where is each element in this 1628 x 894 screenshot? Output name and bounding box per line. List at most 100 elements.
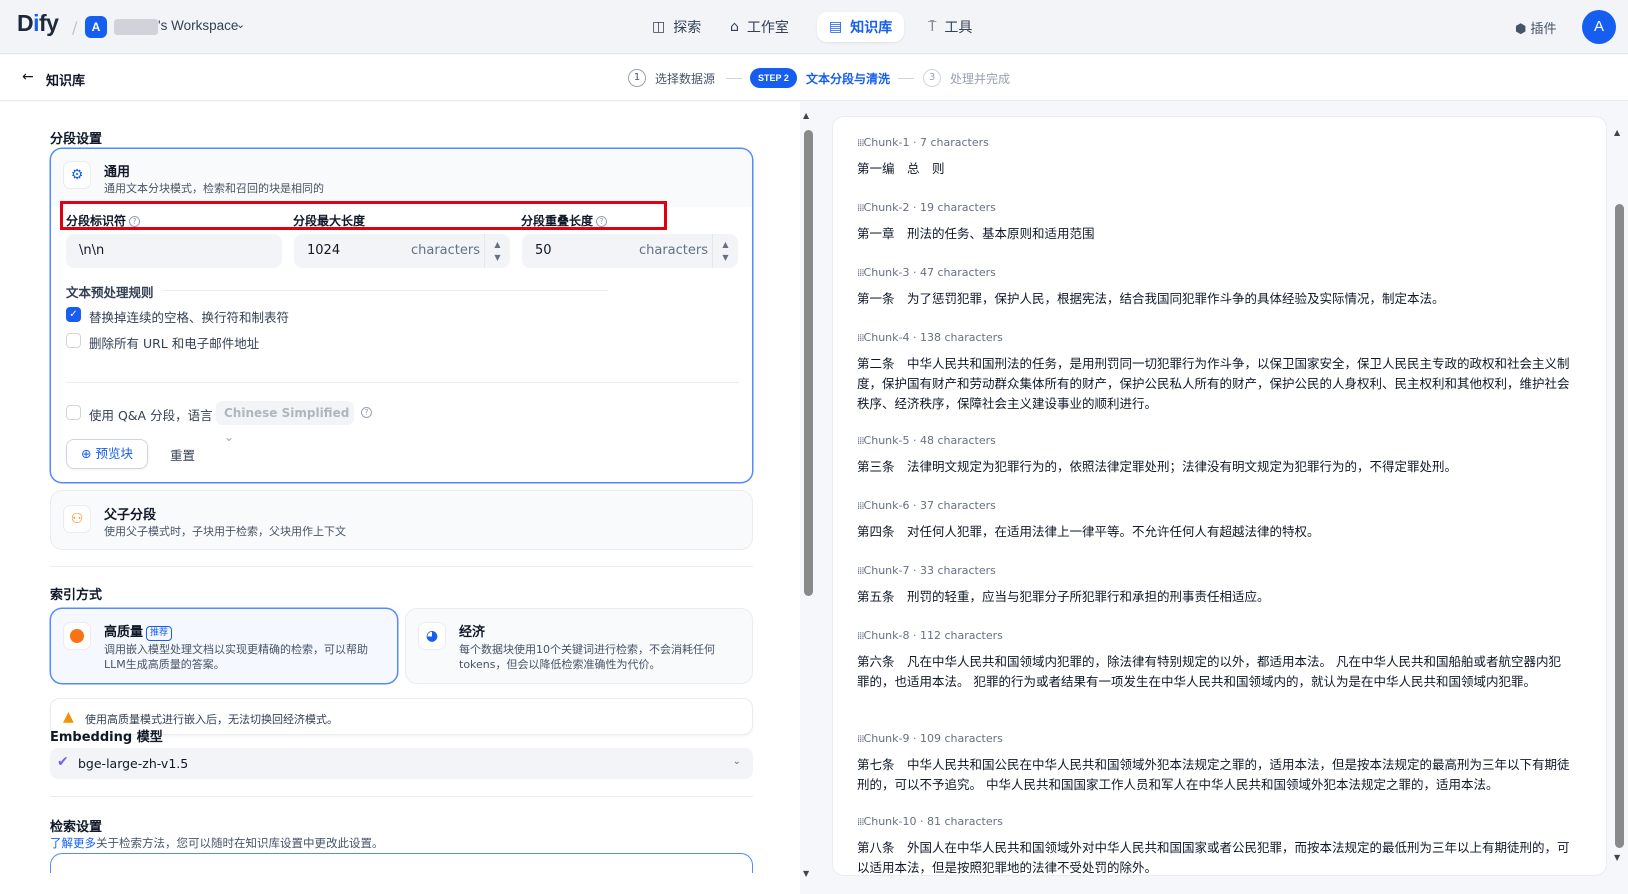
rules-divider <box>163 290 608 291</box>
high-quality-icon <box>63 622 91 650</box>
piggy-bank-icon: ◕ <box>418 622 446 650</box>
nav-explore[interactable]: ◫ 探索 <box>640 12 713 42</box>
replace-whitespace-checkbox[interactable]: ✓ <box>66 307 81 322</box>
chunk-meta: ⁞⁞⁞Chunk-2 · 19 characters <box>857 201 996 214</box>
economy-desc-1: 每个数据块使用10个关键词进行检索，不会消耗任何 <box>459 643 715 656</box>
retrieval-card[interactable] <box>50 853 753 873</box>
embedding-model-select[interactable]: ✔ bge-large-zh-v1.5 ⌄ <box>50 748 753 779</box>
chunk-meta: ⁞⁞⁞Chunk-4 · 138 characters <box>857 331 1003 344</box>
chunk-preview-panel: ⁞⁞⁞Chunk-1 · 7 characters 第一编 总 则 ⁞⁞⁞Chu… <box>832 116 1607 876</box>
create-dataset-header: ← 知识库 1 选择数据源 STEP 2 文本分段与清洗 3 处理并完成 <box>0 55 1628 101</box>
general-desc: 通用文本分块模式，检索和召回的块是相同的 <box>104 182 324 195</box>
nav-studio[interactable]: ⌂ 工作室 <box>718 12 801 42</box>
retrieval-desc: 了解更多关于检索方法，您可以随时在知识库设置中更改此设置。 <box>50 836 384 850</box>
plugins-button[interactable]: ⬢ 插件 <box>1515 18 1557 37</box>
compass-icon: ◫ <box>652 19 666 35</box>
max-length-unit: characters <box>410 243 480 258</box>
parent-child-icon: ⚇ <box>63 505 91 533</box>
chunk-text: 第一编 总 则 <box>857 161 945 176</box>
preview-chunks-button[interactable]: ⊕ 预览块 <box>66 439 148 469</box>
replace-whitespace-label[interactable]: 替换掉连续的空格、换行符和制表符 <box>89 307 289 326</box>
step-3-number: 3 <box>923 69 941 87</box>
chevron-down-icon[interactable]: ⌄ <box>236 18 245 31</box>
settings-panel[interactable]: 分段设置 ⚙ 通用 通用文本分块模式，检索和召回的块是相同的 分段标识符? 分段… <box>0 102 800 894</box>
preprocess-rules-title: 文本预处理规则 <box>66 285 154 300</box>
section-divider <box>50 796 753 797</box>
parent-child-desc: 使用父子模式时，子块用于检索，父块用作上下文 <box>104 525 346 538</box>
chunk-item: ⁞⁞⁞Chunk-9 · 109 characters 第七条 中华人民共和国公… <box>857 731 1572 795</box>
scroll-up-arrow[interactable]: ▲ <box>1614 128 1620 137</box>
workspace-avatar[interactable]: A <box>85 16 107 38</box>
warning-icon: ▲ <box>63 709 74 725</box>
chunk-text: 第三条 法律明文规定为犯罪行为的，依照法律定罪处刑；法律没有明文规定为犯罪行为的… <box>857 459 1458 474</box>
general-card-header <box>51 149 752 207</box>
chunk-text: 第八条 外国人在中华人民共和国领域外对中华人民共和国国家或者公民犯罪，而按本法规… <box>857 840 1570 875</box>
scroll-down-arrow[interactable]: ▼ <box>1614 853 1620 862</box>
nav-tools[interactable]: ⍑ 工具 <box>916 12 984 42</box>
chunk-item: ⁞⁞⁞Chunk-4 · 138 characters 第二条 中华人民共和国刑… <box>857 330 1572 414</box>
separator-input[interactable]: \n\n <box>66 234 282 268</box>
high-quality-desc-2: LLM生成高质量的答案。 <box>104 658 225 671</box>
overlap-input[interactable]: 50 characters ▲ ▼ <box>522 234 738 268</box>
chunk-text: 第一条 为了惩罚犯罪，保护人民，根据宪法，结合我国同犯罪作斗争的具体经验及实际情… <box>857 291 1445 306</box>
chunk-text: 第一章 刑法的任务、基本原则和适用范围 <box>857 226 1095 241</box>
qa-language-select[interactable]: Chinese Simplified ⌄ <box>216 401 354 444</box>
chunk-meta: ⁞⁞⁞Chunk-7 · 33 characters <box>857 564 996 577</box>
chunk-item: ⁞⁞⁞Chunk-10 · 81 characters 第八条 外国人在中华人民… <box>857 814 1572 875</box>
qa-divider <box>66 382 739 383</box>
economy-desc-2: tokens，但会以降低检索准确性为代价。 <box>459 658 661 671</box>
chunk-text: 第二条 中华人民共和国刑法的任务，是用刑罚同一切犯罪行为作斗争，以保卫国家安全，… <box>857 356 1570 411</box>
step-3-label: 处理并完成 <box>950 72 1011 86</box>
high-quality-card[interactable]: 高质量 推荐 调用嵌入模型处理文档以实现更精确的检索，可以帮助 LLM生成高质量的… <box>50 608 398 684</box>
remove-urls-checkbox[interactable] <box>66 333 81 348</box>
step-2-label: 文本分段与清洗 <box>806 72 891 86</box>
search-icon: ⊕ <box>81 446 92 461</box>
high-quality-title: 高质量 推荐 <box>104 621 173 641</box>
scroll-down-arrow[interactable]: ▼ <box>803 869 809 878</box>
general-title: 通用 <box>104 165 131 180</box>
retrieval-settings-title: 检索设置 <box>50 820 103 835</box>
max-length-stepper[interactable]: ▲ ▼ <box>484 234 510 268</box>
left-scrollbar-thumb[interactable] <box>804 130 813 596</box>
cube-icon: ⬢ <box>1515 22 1527 37</box>
reset-button[interactable]: 重置 <box>170 445 195 464</box>
chunk-meta: ⁞⁞⁞Chunk-9 · 109 characters <box>857 732 1003 745</box>
chunk-item: ⁞⁞⁞Chunk-7 · 33 characters 第五条 刑罚的轻重，应当与… <box>857 563 1572 607</box>
chunk-text: 第四条 对任何人犯罪，在适用法律上一律平等。不允许任何人有超越法律的特权。 <box>857 524 1320 539</box>
chunk-meta: ⁞⁞⁞Chunk-5 · 48 characters <box>857 434 996 447</box>
arrow-left-icon[interactable]: ← <box>22 69 34 85</box>
max-length-input[interactable]: 1024 characters ▲ ▼ <box>294 234 510 268</box>
back-to-knowledge[interactable]: 知识库 <box>46 70 85 89</box>
user-avatar[interactable]: A <box>1582 10 1616 44</box>
nav-knowledge[interactable]: ▤ 知识库 <box>817 12 905 42</box>
right-scrollbar-thumb[interactable] <box>1615 204 1624 848</box>
dify-logo[interactable]: Dify <box>17 10 59 37</box>
embedding-model-title: Embedding 模型 <box>50 730 163 745</box>
chunk-item: ⁞⁞⁞Chunk-1 · 7 characters 第一编 总 则 <box>857 135 1572 179</box>
step-1-number: 1 <box>628 69 646 87</box>
overlap-stepper[interactable]: ▲ ▼ <box>712 234 738 268</box>
index-method-title: 索引方式 <box>50 588 103 603</box>
qa-checkbox[interactable] <box>66 405 81 420</box>
warning-text: 使用高质量模式进行嵌入后，无法切换回经济模式。 <box>85 713 338 726</box>
chunk-text: 第七条 中华人民共和国公民在中华人民共和国领域外犯本法规定之罪的，适用本法，但是… <box>857 757 1570 792</box>
segment-settings-title: 分段设置 <box>50 132 103 147</box>
workspace-name[interactable]: 's Workspace <box>158 18 238 33</box>
help-icon[interactable]: ? <box>361 407 372 418</box>
chunk-item: ⁞⁞⁞Chunk-6 · 37 characters 第四条 对任何人犯罪，在适… <box>857 498 1572 542</box>
gear-icon: ⚙ <box>63 161 91 189</box>
remove-urls-label[interactable]: 删除所有 URL 和电子邮件地址 <box>89 333 259 352</box>
hammer-icon: ⍑ <box>928 19 937 35</box>
model-provider-icon: ✔ <box>57 754 69 770</box>
economy-card[interactable]: ◕ 经济 每个数据块使用10个关键词进行检索，不会消耗任何 tokens，但会以… <box>405 608 753 684</box>
chevron-down-icon: ⌄ <box>732 756 741 767</box>
chunk-item: ⁞⁞⁞Chunk-2 · 19 characters 第一章 刑法的任务、基本原… <box>857 200 1572 244</box>
parent-child-chunk-card[interactable]: ⚇ 父子分段 使用父子模式时，子块用于检索，父块用作上下文 <box>50 490 753 550</box>
chunk-item: ⁞⁞⁞Chunk-3 · 47 characters 第一条 为了惩罚犯罪，保护… <box>857 265 1572 309</box>
scroll-up-arrow[interactable]: ▲ <box>803 111 809 120</box>
robot-icon: ⌂ <box>730 19 739 35</box>
qa-label[interactable]: 使用 Q&A 分段，语言 <box>89 405 213 424</box>
economy-title: 经济 <box>459 625 486 640</box>
learn-more-link[interactable]: 了解更多 <box>50 836 96 850</box>
chunk-meta: ⁞⁞⁞Chunk-3 · 47 characters <box>857 266 996 279</box>
